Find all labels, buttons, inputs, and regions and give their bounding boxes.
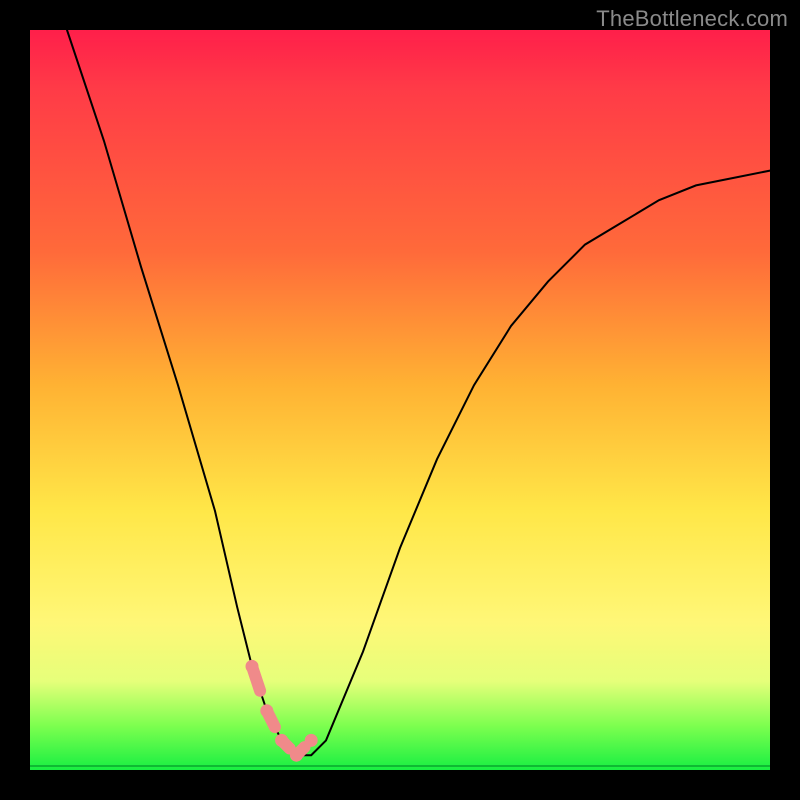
highlight-dot [305, 734, 317, 746]
plot-area [30, 30, 770, 770]
optimal-region-marker [246, 660, 317, 761]
highlight-dot [276, 734, 288, 746]
highlight-dot [246, 660, 258, 672]
highlight-dot [290, 749, 302, 761]
bottleneck-curve [67, 30, 770, 755]
chart-svg [30, 30, 770, 770]
watermark-label: TheBottleneck.com [596, 6, 788, 32]
chart-frame: TheBottleneck.com [0, 0, 800, 800]
highlight-dot [261, 705, 273, 717]
